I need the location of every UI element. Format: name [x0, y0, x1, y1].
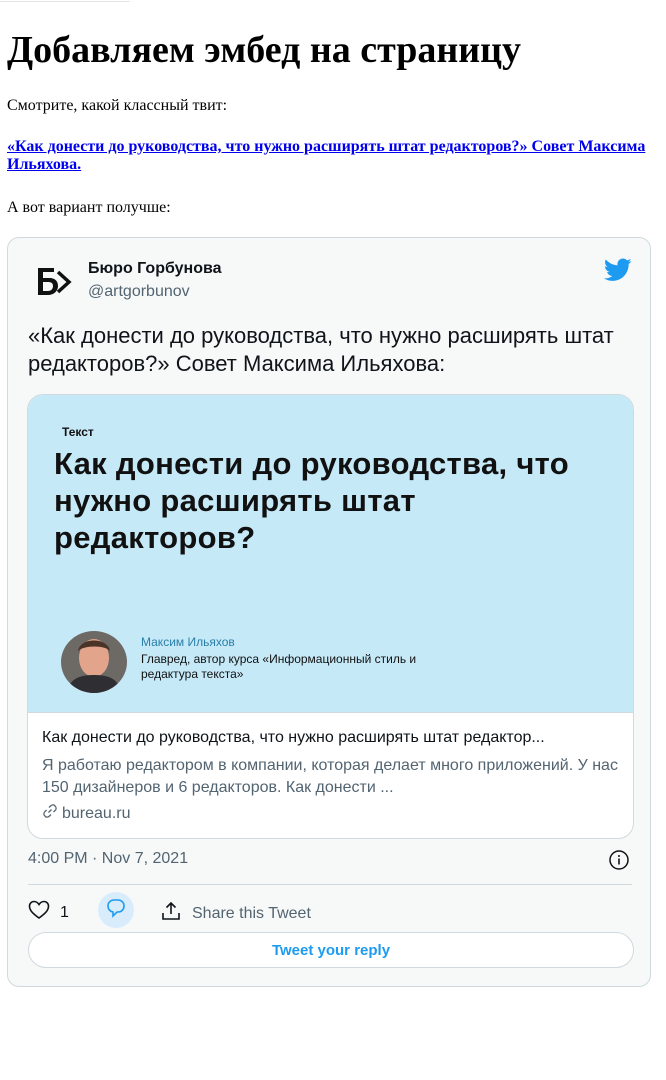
card-divider	[28, 712, 633, 713]
share-button[interactable]: Share this Tweet	[160, 900, 311, 927]
card-domain-text: bureau.ru	[62, 804, 131, 822]
tweet-embed: Бюро Горбунова @artgorbunov «Как донести…	[7, 237, 651, 987]
share-label: Share this Tweet	[192, 904, 311, 922]
bureau-logo-icon[interactable]	[30, 258, 78, 306]
tweet-link[interactable]: «Как донести до руководства, что нужно р…	[7, 138, 647, 174]
info-icon[interactable]	[608, 849, 630, 871]
reply-bubble-icon	[106, 898, 126, 923]
tweet-text: «Как донести до руководства, что нужно р…	[28, 323, 614, 376]
divider	[28, 884, 632, 885]
heart-icon	[28, 900, 50, 925]
card-title: Как донести до руководства, что нужно ра…	[42, 729, 545, 746]
tweet-timestamp[interactable]: 4:00 PM · Nov 7, 2021	[28, 850, 188, 868]
card-domain: bureau.ru	[42, 803, 131, 824]
person-role: Главред, автор курса «Информационный сти…	[141, 652, 417, 681]
person-photo	[60, 631, 128, 693]
card-tag: Текст	[62, 425, 94, 439]
share-icon	[160, 900, 182, 927]
person-name: Максим Ильяхов	[141, 635, 235, 649]
link-icon	[42, 803, 58, 824]
intro-text: Смотрите, какой классный твит:	[7, 97, 228, 114]
card-description: Я работаю редактором в компании, которая…	[42, 757, 618, 796]
like-count: 1	[60, 903, 69, 921]
author-name[interactable]: Бюро Горбунова	[88, 260, 222, 278]
tweet-reply-button[interactable]: Tweet your reply	[28, 932, 634, 968]
link-card[interactable]: Текст Как донести до руководства, что ну…	[27, 394, 634, 839]
card-heading: Как донести до руководства, что нужно ра…	[54, 446, 569, 555]
card-image: Текст Как донести до руководства, что ну…	[28, 395, 633, 712]
like-button[interactable]: 1	[28, 900, 69, 925]
outro-text: А вот вариант получше:	[7, 199, 171, 216]
top-border	[0, 0, 130, 2]
reply-button[interactable]	[98, 892, 134, 928]
author-handle[interactable]: @artgorbunov	[88, 283, 190, 301]
twitter-bird-icon[interactable]	[603, 258, 632, 282]
page-title: Добавляем эмбед на страницу	[7, 29, 522, 71]
